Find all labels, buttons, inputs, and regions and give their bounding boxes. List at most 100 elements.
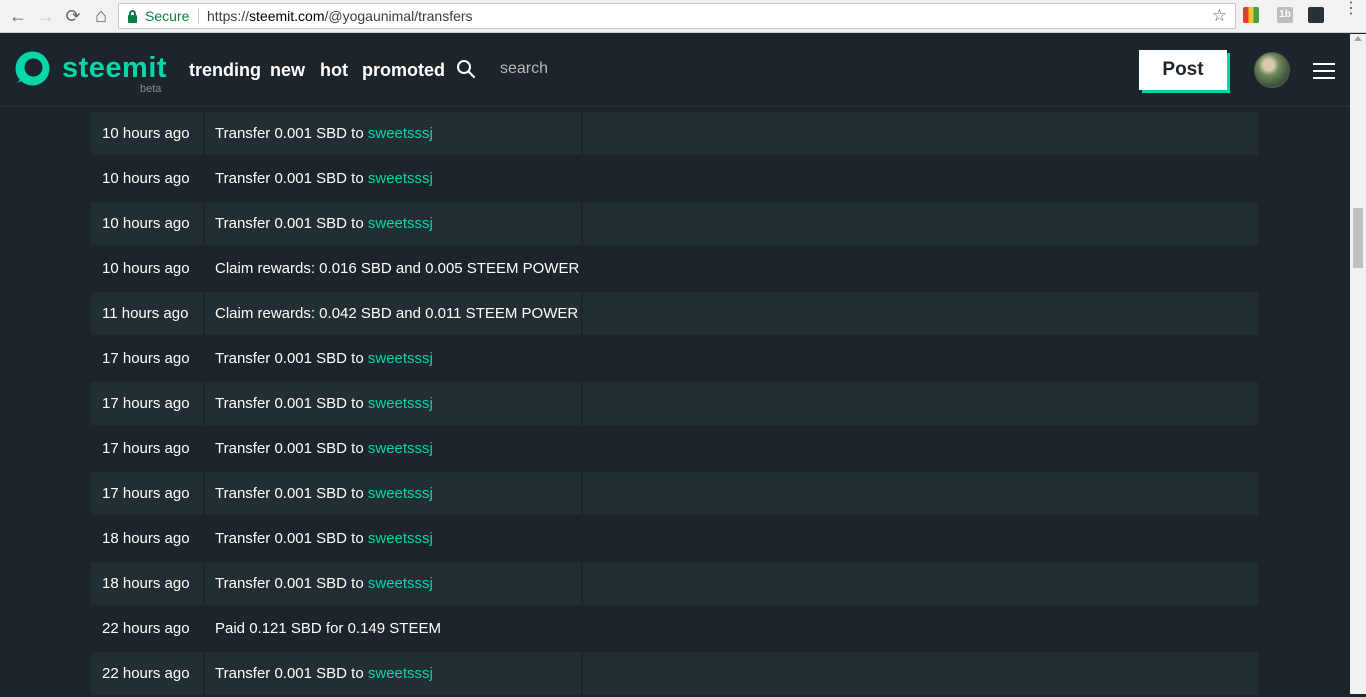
recipient-link[interactable]: sweetsssj bbox=[368, 170, 433, 187]
transfer-memo bbox=[583, 652, 1258, 695]
home-icon[interactable]: ⌂ bbox=[91, 6, 111, 26]
transfer-memo bbox=[583, 337, 1258, 380]
transfer-time[interactable]: 11 hours ago bbox=[91, 292, 203, 335]
recipient-link[interactable]: sweetsssj bbox=[368, 575, 433, 592]
site-header: steemit beta trending new hot promoted s… bbox=[0, 34, 1350, 107]
transfer-description: Transfer 0.001 SBD to sweetsssj bbox=[205, 382, 581, 425]
extension-chart-icon[interactable] bbox=[1243, 7, 1259, 23]
nav-promoted[interactable]: promoted bbox=[362, 60, 445, 81]
transfer-text: Transfer 0.001 SBD to bbox=[215, 530, 368, 547]
nav-trending[interactable]: trending bbox=[189, 60, 261, 81]
secure-label: Secure bbox=[145, 8, 190, 24]
transfer-memo bbox=[583, 427, 1258, 470]
transfer-text: Transfer 0.001 SBD to bbox=[215, 395, 368, 412]
table-row: 22 hours ago Transfer 0.001 SBD to sweets… bbox=[91, 652, 1258, 697]
transfer-time[interactable]: 10 hours ago bbox=[91, 157, 203, 200]
table-row: 17 hours ago Transfer 0.001 SBD to sweets… bbox=[91, 427, 1258, 472]
bookmark-star-icon[interactable]: ☆ bbox=[1212, 6, 1227, 26]
url-divider bbox=[198, 8, 199, 24]
table-row: 10 hours ago Transfer 0.001 SBD to sweets… bbox=[91, 112, 1258, 157]
extension-dark-icon[interactable] bbox=[1308, 7, 1324, 23]
search-icon[interactable] bbox=[456, 59, 476, 79]
nav-new[interactable]: new bbox=[270, 60, 305, 81]
logo-text[interactable]: steemit bbox=[62, 52, 167, 85]
transfer-time[interactable]: 10 hours ago bbox=[91, 247, 203, 290]
transfer-time[interactable]: 22 hours ago bbox=[91, 607, 203, 650]
transfer-time[interactable]: 17 hours ago bbox=[91, 337, 203, 380]
recipient-link[interactable]: sweetsssj bbox=[368, 395, 433, 412]
transfer-time[interactable]: 18 hours ago bbox=[91, 562, 203, 605]
transfer-text: Paid 0.121 SBD for 0.149 STEEM bbox=[215, 620, 441, 637]
post-button[interactable]: Post bbox=[1139, 50, 1227, 90]
page-scrollbar[interactable] bbox=[1350, 34, 1366, 694]
reload-icon[interactable]: ⟳ bbox=[63, 6, 83, 26]
transfer-description: Transfer 0.001 SBD to sweetsssj bbox=[205, 652, 581, 695]
transfer-text: Transfer 0.001 SBD to bbox=[215, 125, 368, 142]
transfer-description: Transfer 0.001 SBD to sweetsssj bbox=[205, 472, 581, 515]
transfer-text: Transfer 0.001 SBD to bbox=[215, 440, 368, 457]
transfer-text: Transfer 0.001 SBD to bbox=[215, 170, 368, 187]
address-bar[interactable]: Secure https://steemit.com/@yogaunimal/t… bbox=[118, 3, 1236, 29]
table-row: 18 hours ago Transfer 0.001 SBD to sweets… bbox=[91, 517, 1258, 562]
transfer-text: Transfer 0.001 SBD to bbox=[215, 350, 368, 367]
transfer-memo bbox=[583, 517, 1258, 560]
url-text[interactable]: https://steemit.com/@yogaunimal/transfer… bbox=[207, 8, 473, 24]
transfer-text: Claim rewards: 0.016 SBD and 0.005 STEEM… bbox=[215, 260, 580, 277]
transfer-time[interactable]: 17 hours ago bbox=[91, 382, 203, 425]
transfer-description: Paid 0.121 SBD for 0.149 STEEM bbox=[205, 607, 581, 650]
transfer-description: Transfer 0.001 SBD to sweetsssj bbox=[205, 427, 581, 470]
transfer-description: Transfer 0.001 SBD to sweetsssj bbox=[205, 562, 581, 605]
transfer-memo bbox=[583, 472, 1258, 515]
browser-menu-icon[interactable]: ⋮ bbox=[1343, 1, 1359, 17]
forward-arrow-icon[interactable]: → bbox=[36, 6, 56, 26]
recipient-link[interactable]: sweetsssj bbox=[368, 350, 433, 367]
back-arrow-icon[interactable]: ← bbox=[8, 6, 28, 26]
table-row: 17 hours ago Transfer 0.001 SBD to sweets… bbox=[91, 337, 1258, 382]
transfer-text: Transfer 0.001 SBD to bbox=[215, 575, 368, 592]
transfer-text: Transfer 0.001 SBD to bbox=[215, 485, 368, 502]
transfer-memo bbox=[583, 292, 1258, 335]
table-row: 10 hours ago Claim rewards: 0.016 SBD and… bbox=[91, 247, 1258, 292]
recipient-link[interactable]: sweetsssj bbox=[368, 125, 433, 142]
nav-hot[interactable]: hot bbox=[320, 60, 348, 81]
transfer-text: Transfer 0.001 SBD to bbox=[215, 215, 368, 232]
transfer-memo bbox=[583, 202, 1258, 245]
transfer-time[interactable]: 22 hours ago bbox=[91, 652, 203, 695]
transfer-time[interactable]: 18 hours ago bbox=[91, 517, 203, 560]
transfer-memo bbox=[583, 382, 1258, 425]
transfer-text: Claim rewards: 0.042 SBD and 0.011 STEEM… bbox=[215, 305, 579, 322]
table-row: 17 hours ago Transfer 0.001 SBD to sweets… bbox=[91, 382, 1258, 427]
table-row: 18 hours ago Transfer 0.001 SBD to sweets… bbox=[91, 562, 1258, 607]
transfer-time[interactable]: 17 hours ago bbox=[91, 427, 203, 470]
browser-toolbar: ← → ⟳ ⌂ Secure https://steemit.com/@yoga… bbox=[0, 0, 1366, 33]
table-row: 11 hours ago Claim rewards: 0.042 SBD and… bbox=[91, 292, 1258, 337]
transfer-time[interactable]: 17 hours ago bbox=[91, 472, 203, 515]
hamburger-menu-icon[interactable] bbox=[1313, 63, 1335, 79]
scroll-up-arrow-icon[interactable] bbox=[1354, 36, 1362, 41]
transfer-memo bbox=[583, 562, 1258, 605]
transfer-description: Claim rewards: 0.016 SBD and 0.005 STEEM… bbox=[205, 247, 581, 290]
transfer-time[interactable]: 10 hours ago bbox=[91, 202, 203, 245]
table-row: 10 hours ago Transfer 0.001 SBD to sweets… bbox=[91, 202, 1258, 247]
steemit-logo-icon[interactable] bbox=[14, 50, 51, 87]
recipient-link[interactable]: sweetsssj bbox=[368, 440, 433, 457]
logo-beta-label: beta bbox=[140, 83, 162, 95]
recipient-link[interactable]: sweetsssj bbox=[368, 530, 433, 547]
table-row: 17 hours ago Transfer 0.001 SBD to sweets… bbox=[91, 472, 1258, 517]
transfer-history-table: 10 hours ago Transfer 0.001 SBD to sweets… bbox=[91, 112, 1258, 697]
extension-1b-icon[interactable]: 1b bbox=[1277, 7, 1293, 23]
search-input[interactable]: search bbox=[500, 60, 548, 78]
transfer-description: Transfer 0.001 SBD to sweetsssj bbox=[205, 112, 581, 155]
transfer-description: Claim rewards: 0.042 SBD and 0.011 STEEM… bbox=[205, 292, 581, 335]
table-row: 10 hours ago Transfer 0.001 SBD to sweets… bbox=[91, 157, 1258, 202]
recipient-link[interactable]: sweetsssj bbox=[368, 485, 433, 502]
transfer-time[interactable]: 10 hours ago bbox=[91, 112, 203, 155]
transfer-description: Transfer 0.001 SBD to sweetsssj bbox=[205, 337, 581, 380]
table-row: 22 hours ago Paid 0.121 SBD for 0.149 STE… bbox=[91, 607, 1258, 652]
recipient-link[interactable]: sweetsssj bbox=[368, 665, 433, 682]
scroll-thumb[interactable] bbox=[1353, 208, 1363, 268]
lock-icon bbox=[128, 10, 137, 23]
avatar[interactable] bbox=[1254, 52, 1290, 88]
transfer-memo bbox=[583, 607, 1258, 650]
recipient-link[interactable]: sweetsssj bbox=[368, 215, 433, 232]
